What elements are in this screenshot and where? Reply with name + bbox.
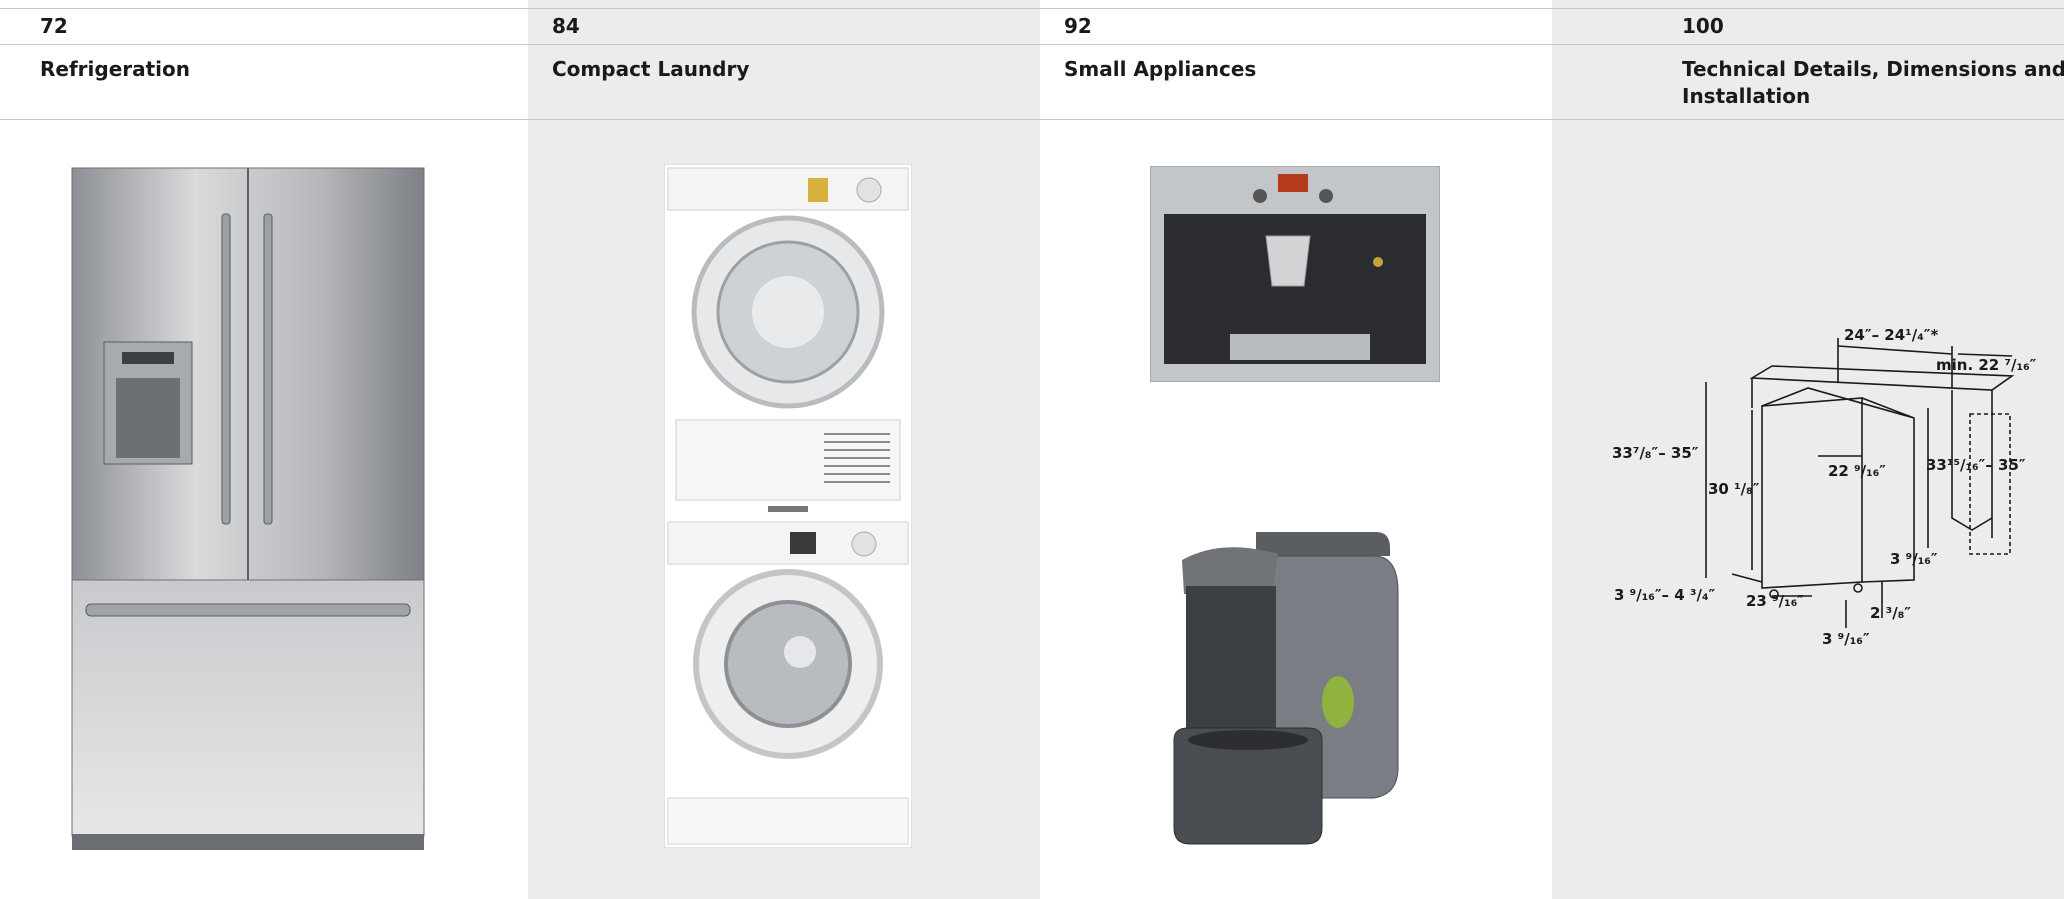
bottom-rule (528, 119, 1040, 120)
section-title[interactable]: Refrigeration (40, 56, 480, 83)
single-serve-brewer-image (1173, 532, 1399, 845)
section-title[interactable]: Small Appliances (1064, 56, 1504, 83)
dimension-label-foot-right: 3 ⁹/₁₆″ (1890, 550, 1938, 568)
page-number: 100 (1682, 14, 1724, 38)
mid-rule (1040, 44, 1552, 45)
section-small-appliances[interactable]: 92 Small Appliances (1040, 0, 1552, 899)
french-door-refrigerator-image (71, 167, 425, 850)
built-in-coffee-machine-image (1150, 166, 1440, 382)
dimension-label-width: 24″– 24¹/₄″* (1844, 326, 1938, 344)
dishwasher-dimension-diagram: 24″– 24¹/₄″* min. 22 ⁷/₁₆″ 33⁷/₈″– 35″ 3… (1612, 326, 2037, 648)
dimension-label-depth-bottom: 23 ⁹/₁₆″ (1746, 592, 1804, 610)
mid-rule (0, 44, 528, 45)
top-rule (528, 8, 1040, 9)
page-number: 84 (552, 14, 580, 38)
dimension-label-height-right: 33¹⁵/₁₆″– 35″ (1926, 456, 2026, 474)
section-compact-laundry[interactable]: 84 Compact Laundry (528, 0, 1040, 899)
section-refrigeration[interactable]: 72 Refrigeration (0, 0, 528, 899)
top-rule (1040, 8, 1552, 9)
bottom-rule (0, 119, 528, 120)
dimension-label-min-depth: min. 22 ⁷/₁₆″ (1936, 356, 2037, 374)
dimension-label-inner-height: 30 ¹/₈″ (1708, 480, 1760, 498)
page-number: 92 (1064, 14, 1092, 38)
top-rule (1552, 8, 2064, 9)
mid-rule (528, 44, 1040, 45)
mid-rule (1552, 44, 2064, 45)
dimension-label-foot-left: 3 ⁹/₁₆″– 4 ³/₄″ (1614, 586, 1716, 604)
dimension-label-bottom-offset: 3 ⁹/₁₆″ (1822, 630, 1870, 648)
dimension-label-height-left: 33⁷/₈″– 35″ (1612, 444, 1699, 462)
page-number: 72 (40, 14, 68, 38)
top-rule (0, 8, 528, 9)
section-technical-details[interactable]: 100 Technical Details, Dimensions and In… (1552, 0, 2064, 899)
bottom-rule (1040, 119, 1552, 120)
dimension-label-toe-kick: 2 ³/₈″ (1870, 604, 1911, 622)
section-title[interactable]: Technical Details, Dimensions and Instal… (1682, 56, 2064, 110)
stacked-washer-dryer-image (664, 164, 912, 848)
catalog-index-page: 72 Refrigeration 84 Compact Laundry 92 S… (0, 0, 2064, 899)
bottom-rule (1552, 119, 2064, 120)
section-title[interactable]: Compact Laundry (552, 56, 992, 83)
dimension-label-inner-depth: 22 ⁹/₁₆″ (1828, 462, 1886, 480)
